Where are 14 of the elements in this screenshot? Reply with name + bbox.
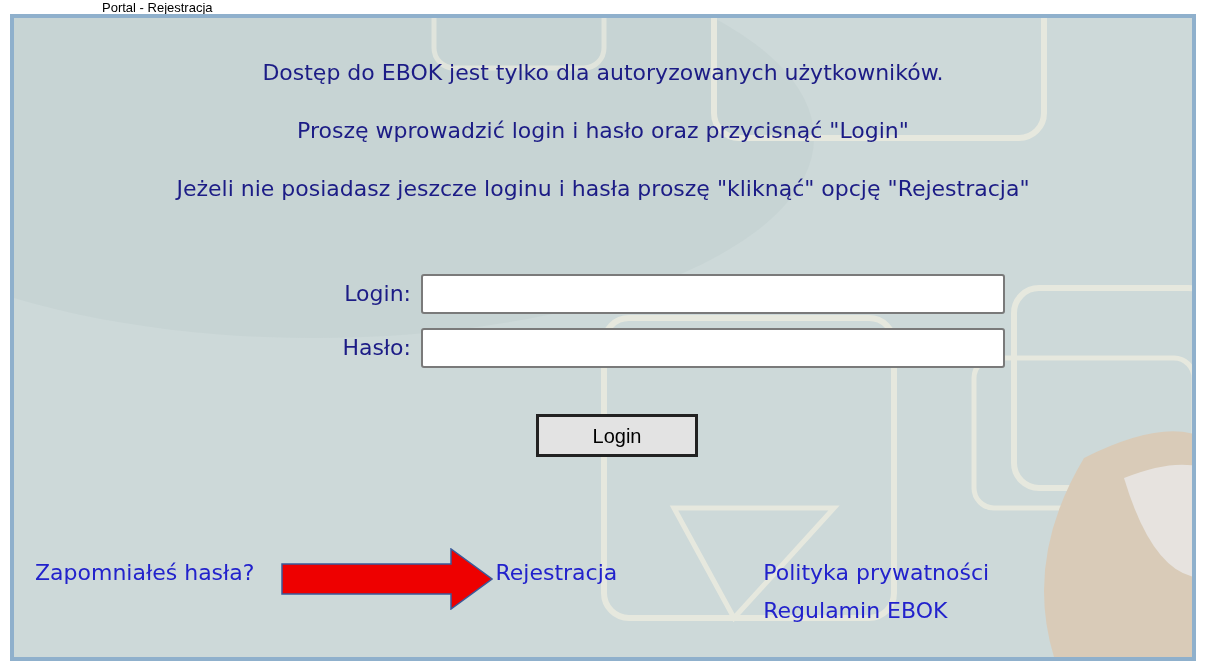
info-text: Proszę wprowadzić login i hasło oraz przycisnąć "Login" bbox=[297, 117, 909, 145]
privacy-policy-link[interactable]: Polityka prywatności bbox=[763, 558, 990, 588]
field-label: Login: bbox=[343, 280, 412, 308]
terms-link[interactable]: Regulamin EBOK bbox=[763, 596, 990, 626]
registration-link[interactable]: Rejestracja bbox=[495, 558, 618, 588]
login-button[interactable]: Login bbox=[536, 414, 698, 457]
info-text: Jeżeli nie posiadasz jeszcze loginu i hasła proszę "kliknąć" opcję "Rejestracja" bbox=[174, 175, 1031, 203]
page-title: Portal - Rejestracja bbox=[102, 1, 213, 14]
field-label: Hasło: bbox=[341, 334, 412, 362]
arrow-icon bbox=[281, 548, 494, 610]
info-text: Dostęp do EBOK jest tylko dla autoryzowanych użytkowników. bbox=[262, 59, 944, 87]
forgot-password-link[interactable]: Zapomniałeś hasła? bbox=[35, 558, 255, 588]
input-field[interactable] bbox=[421, 274, 1005, 314]
input-field[interactable] bbox=[421, 328, 1005, 368]
